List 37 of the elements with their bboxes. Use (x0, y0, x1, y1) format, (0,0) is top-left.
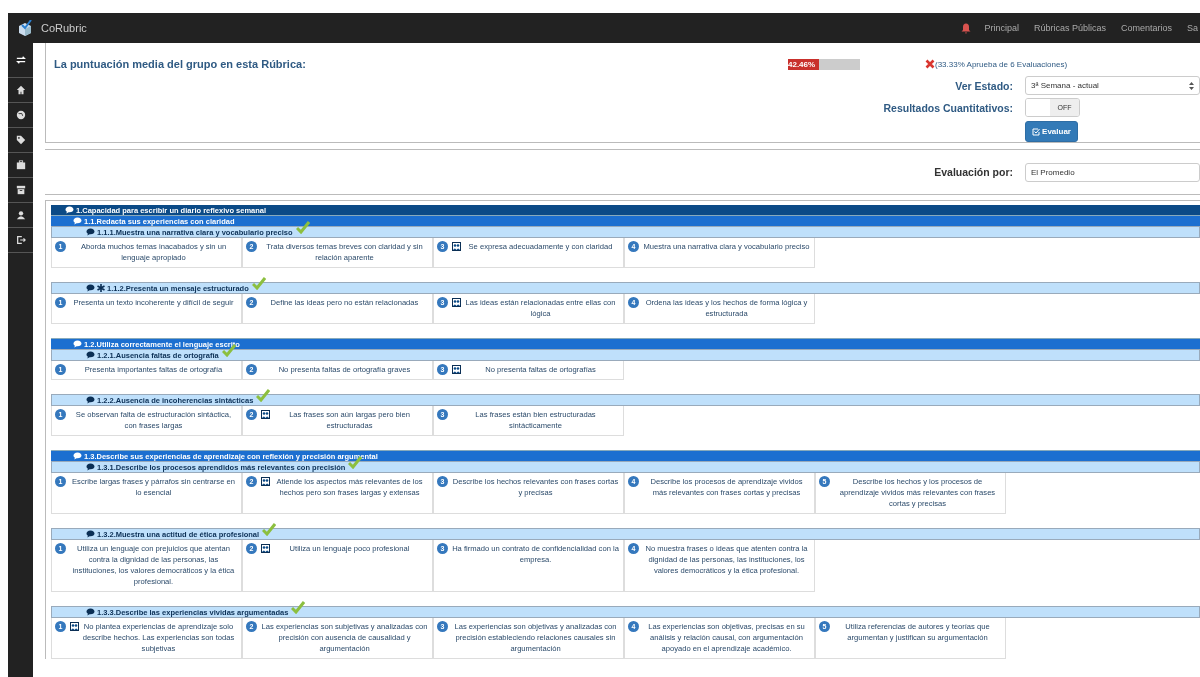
field-label: Evaluación por: (933, 166, 1014, 178)
comment-icon[interactable] (86, 284, 95, 292)
checkmark-icon (291, 601, 306, 614)
state-select[interactable]: 3ª Semana - actual (1025, 76, 1200, 95)
approval-text: (33.33% Aprueba de 6 Evaluaciones) (935, 59, 1068, 69)
nav-link[interactable]: Principal (984, 23, 1019, 33)
evaluate-button[interactable]: Evaluar (1025, 121, 1078, 142)
exchange-icon[interactable] (15, 55, 26, 65)
globe-icon[interactable] (15, 110, 26, 120)
checkmark-icon (256, 389, 271, 402)
average-score-label: La puntuación media del grupo en esta Rúbrica: (54, 58, 307, 70)
checkbox-icon (1032, 127, 1041, 136)
evaluation-select[interactable]: El Promedio (1025, 162, 1200, 182)
checkmark-icon (295, 221, 310, 234)
sign-out-icon[interactable] (15, 235, 26, 245)
tags-icon[interactable] (15, 135, 26, 145)
archive-icon[interactable] (15, 185, 26, 195)
field-label: Ver Estado: (954, 79, 1014, 92)
nav-link[interactable]: Rúbricas Públicas (1033, 23, 1106, 33)
briefcase-icon[interactable] (15, 160, 26, 170)
checkmark-icon (251, 277, 266, 290)
user-icon[interactable] (15, 210, 26, 220)
cube-check-logo-icon (17, 20, 33, 36)
nav-link[interactable]: Comentarios (1120, 23, 1172, 33)
nav-link[interactable]: Sa (1187, 23, 1198, 33)
field-label: Resultados Cuantitativos: (882, 101, 1014, 114)
asterisk-icon (97, 284, 105, 292)
sort-caret-icon (1189, 81, 1194, 90)
cross-icon (925, 59, 935, 69)
comment-icon[interactable] (86, 530, 95, 538)
checkmark-icon (262, 523, 277, 536)
comment-icon[interactable] (86, 608, 95, 616)
bell-icon[interactable] (961, 22, 972, 34)
brand-name[interactable]: CoRubric (41, 22, 87, 34)
comment-icon[interactable] (86, 396, 95, 404)
home-icon[interactable] (15, 85, 26, 95)
score-percentage: 42.46% (788, 59, 816, 69)
